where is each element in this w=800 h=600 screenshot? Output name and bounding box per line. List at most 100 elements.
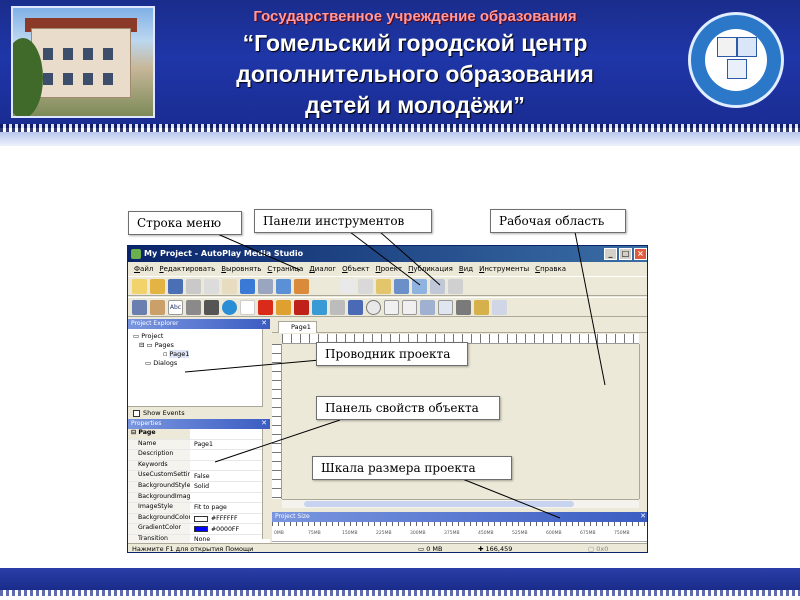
menu-bar: Файл Редактировать Выровнять Страница Ди…: [128, 262, 647, 276]
maximize-button[interactable]: □: [619, 248, 632, 260]
copy-icon[interactable]: [204, 279, 219, 294]
project-size-scale: 0MB 75MB 150MB 225MB 300MB 375MB 450MB 5…: [272, 522, 647, 542]
menu-page[interactable]: Страница: [267, 265, 303, 276]
menu-tools[interactable]: Инструменты: [479, 265, 529, 276]
toolbar-standard: [128, 276, 647, 296]
tree-item-project[interactable]: ▭ Project: [133, 332, 265, 341]
delete-icon[interactable]: [358, 279, 373, 294]
menu-object[interactable]: Объект: [342, 265, 369, 276]
resources-icon[interactable]: [394, 279, 409, 294]
menu-project[interactable]: Проект: [375, 265, 402, 276]
prop-row[interactable]: Keywords: [128, 460, 270, 472]
minimize-button[interactable]: _: [604, 248, 617, 260]
tree-item-dialogs[interactable]: ▭ Dialogs: [133, 359, 265, 368]
window-titlebar: My Project - AutoPlay Media Studio _ □ ×: [128, 246, 647, 262]
menu-help[interactable]: Справка: [535, 265, 566, 276]
browser-object-icon[interactable]: [312, 300, 327, 315]
radio-object-icon[interactable]: [366, 300, 381, 315]
button-object-icon[interactable]: [132, 300, 147, 315]
grid-object-icon[interactable]: [438, 300, 453, 315]
pdf-object-icon[interactable]: [294, 300, 309, 315]
prop-row[interactable]: UseCustomSettin False: [128, 471, 270, 482]
plugin-object-icon[interactable]: [474, 300, 489, 315]
canvas-vscroll[interactable]: [639, 344, 647, 499]
prop-row[interactable]: Name Page1: [128, 439, 270, 451]
video-object-icon[interactable]: [204, 300, 219, 315]
prop-row[interactable]: GradientColor #0000FF: [128, 524, 270, 535]
prop-row[interactable]: BackgroundImag: [128, 492, 270, 504]
menu-align[interactable]: Выровнять: [221, 265, 261, 276]
prop-row[interactable]: BackgroundStyle Solid: [128, 481, 270, 493]
screen-icon[interactable]: [412, 279, 427, 294]
hotspot-object-icon[interactable]: [240, 300, 255, 315]
save-icon[interactable]: [168, 279, 183, 294]
menu-dialog[interactable]: Диалог: [309, 265, 336, 276]
size-tick: 675MB: [580, 531, 596, 536]
prop-row[interactable]: Description: [128, 450, 270, 461]
prop-row[interactable]: BackgroundColor #FFFFFF: [128, 513, 270, 525]
canvas-hscroll[interactable]: [282, 499, 639, 508]
project-size-panel: Project Size ✕ 0MB 75MB 150MB 225MB 300M…: [272, 512, 647, 543]
explorer-scrollbar[interactable]: [262, 329, 270, 407]
size-tick: 0MB: [274, 531, 284, 536]
list-object-icon[interactable]: [384, 300, 399, 315]
input-object-icon[interactable]: [330, 300, 345, 315]
checkbox-icon[interactable]: [133, 409, 140, 417]
size-tick: 75MB: [308, 531, 321, 536]
tree-item-pages[interactable]: ⊟ ▭ Pages: [133, 341, 265, 350]
cut-icon[interactable]: [186, 279, 201, 294]
show-events-label: Show Events: [143, 409, 185, 417]
prop-group: ⊟ Page: [128, 429, 270, 440]
combo-object-icon[interactable]: [402, 300, 417, 315]
paste-icon[interactable]: [222, 279, 237, 294]
rich-text-object-icon[interactable]: [492, 300, 507, 315]
status-selection: ▢ 0x0: [588, 545, 609, 553]
open-icon[interactable]: [150, 279, 165, 294]
banner-divider: [0, 124, 800, 132]
flash-object-icon[interactable]: [258, 300, 273, 315]
close-icon[interactable]: ✕: [261, 419, 267, 427]
prop-row[interactable]: ImageStyle Fit to page: [128, 503, 270, 514]
status-size: ▭ 0 MB: [418, 545, 443, 553]
undo-icon[interactable]: [240, 279, 255, 294]
size-tick: 300MB: [410, 531, 426, 536]
menu-publish[interactable]: Публикация: [408, 265, 453, 276]
progress-object-icon[interactable]: [456, 300, 471, 315]
tree-item-page1[interactable]: ▫ Page1: [133, 350, 265, 359]
label-object-icon[interactable]: [150, 300, 165, 315]
redo-icon[interactable]: [258, 279, 273, 294]
preview-icon[interactable]: [276, 279, 291, 294]
properties-icon[interactable]: [376, 279, 391, 294]
scroll-thumb[interactable]: [304, 501, 574, 507]
tree-object-icon[interactable]: [420, 300, 435, 315]
close-button[interactable]: ×: [634, 248, 647, 260]
vertical-ruler: [272, 344, 282, 499]
close-icon[interactable]: ✕: [640, 512, 646, 520]
size-tick: 375MB: [444, 531, 460, 536]
slideshow-object-icon[interactable]: [276, 300, 291, 315]
add-page-icon[interactable]: [340, 279, 355, 294]
project-size-header: Project Size ✕: [272, 512, 647, 522]
web-object-icon[interactable]: [222, 300, 237, 315]
menu-view[interactable]: Вид: [459, 265, 473, 276]
show-events-checkbox[interactable]: Show Events: [128, 407, 270, 419]
callout-work-area: Рабочая область: [490, 209, 626, 233]
status-bar: Нажмите F1 для открытия Помощи ▭ 0 MB ✚ …: [128, 543, 647, 553]
layout-icon[interactable]: [430, 279, 445, 294]
page-tabs: Page1: [272, 319, 647, 333]
new-icon[interactable]: [132, 279, 147, 294]
publish-icon[interactable]: [294, 279, 309, 294]
banner-shadow-strip: [0, 132, 800, 146]
checkbox-object-icon[interactable]: [348, 300, 363, 315]
menu-file[interactable]: Файл: [134, 265, 153, 276]
grid-icon[interactable]: [448, 279, 463, 294]
left-dock: Project Explorer ✕ ▭ Project ⊟ ▭ Pages ▫…: [128, 319, 270, 546]
close-icon[interactable]: ✕: [261, 319, 267, 327]
tab-page1[interactable]: Page1: [278, 321, 317, 333]
menu-edit[interactable]: Редактировать: [159, 265, 215, 276]
image-object-icon[interactable]: [186, 300, 201, 315]
properties-scrollbar[interactable]: [262, 429, 270, 539]
toolbar-objects: Abc: [128, 297, 647, 317]
footer-stripe: [0, 590, 800, 596]
paragraph-object-icon[interactable]: Abc: [168, 300, 183, 315]
